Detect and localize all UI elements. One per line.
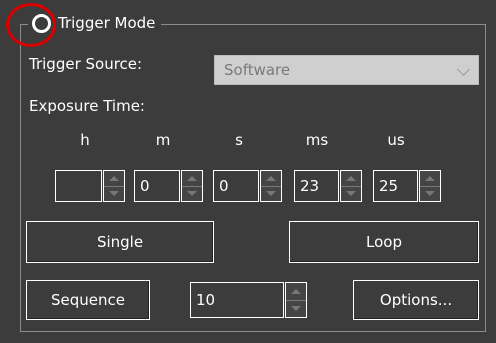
hours-spin-buttons[interactable] <box>103 170 125 202</box>
spin-down-icon[interactable] <box>341 186 361 201</box>
minutes-spin-buttons[interactable] <box>181 170 203 202</box>
microseconds-spin-buttons[interactable] <box>419 170 441 202</box>
spin-down-icon[interactable] <box>104 186 124 201</box>
unit-label-h: h <box>80 131 90 149</box>
milliseconds-value: 23 <box>300 177 320 195</box>
trigger-source-combobox[interactable]: Software <box>214 55 479 85</box>
spin-up-icon[interactable] <box>182 171 202 187</box>
seconds-value: 0 <box>219 177 229 195</box>
trigger-mode-header[interactable]: Trigger Mode <box>28 10 162 36</box>
microseconds-input[interactable]: 25 <box>373 170 418 202</box>
spin-down-icon[interactable] <box>261 186 281 201</box>
single-button-label: Single <box>96 233 144 251</box>
hours-input[interactable] <box>55 170 102 202</box>
loop-button-label: Loop <box>366 233 402 251</box>
trigger-source-value: Software <box>224 61 291 79</box>
sequence-button[interactable]: Sequence <box>26 280 150 320</box>
options-button[interactable]: Options... <box>353 280 479 320</box>
spin-up-icon[interactable] <box>261 171 281 187</box>
sequence-count-input[interactable]: 10 <box>190 282 284 318</box>
milliseconds-input[interactable]: 23 <box>294 170 339 202</box>
spin-up-icon[interactable] <box>420 171 440 187</box>
sequence-count-value: 10 <box>196 291 216 309</box>
minutes-value: 0 <box>140 177 150 195</box>
unit-label-us: us <box>387 131 405 149</box>
spin-up-icon[interactable] <box>341 171 361 187</box>
sequence-count-spin-buttons[interactable] <box>285 282 307 318</box>
loop-button[interactable]: Loop <box>289 221 479 263</box>
minutes-input[interactable]: 0 <box>134 170 180 202</box>
trigger-source-label: Trigger Source: <box>29 55 143 73</box>
options-button-label: Options... <box>379 291 453 309</box>
seconds-input[interactable]: 0 <box>213 170 259 202</box>
microseconds-value: 25 <box>379 177 399 195</box>
unit-label-ms: ms <box>305 131 329 149</box>
single-button[interactable]: Single <box>26 221 214 263</box>
spin-down-icon[interactable] <box>286 300 306 317</box>
chevron-down-icon <box>457 63 470 76</box>
spin-down-icon[interactable] <box>182 186 202 201</box>
trigger-mode-title: Trigger Mode <box>58 14 156 32</box>
sequence-button-label: Sequence <box>51 291 125 309</box>
unit-label-s: s <box>235 131 243 149</box>
exposure-time-label: Exposure Time: <box>29 97 145 115</box>
spin-up-icon[interactable] <box>286 283 306 301</box>
spin-up-icon[interactable] <box>104 171 124 187</box>
seconds-spin-buttons[interactable] <box>260 170 282 202</box>
spin-down-icon[interactable] <box>420 186 440 201</box>
unit-label-m: m <box>155 131 171 149</box>
trigger-mode-radio-icon[interactable] <box>32 13 51 33</box>
milliseconds-spin-buttons[interactable] <box>340 170 362 202</box>
